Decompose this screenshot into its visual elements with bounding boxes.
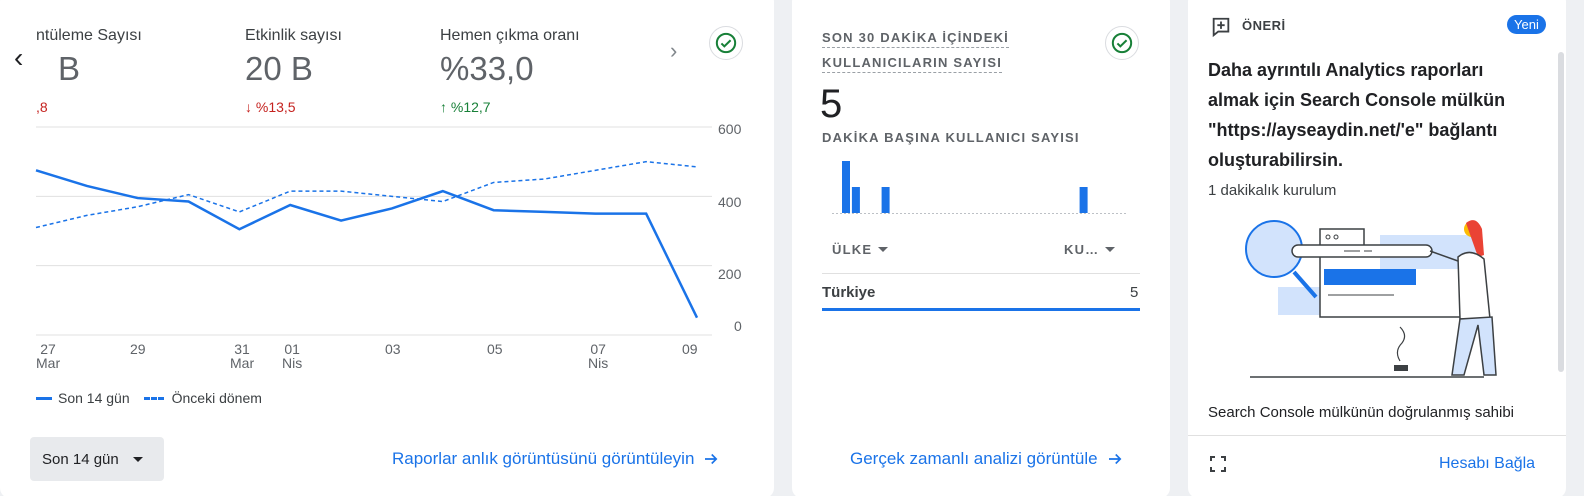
- x-tick-label: 09: [682, 341, 698, 357]
- period-select[interactable]: Son 14 gün: [30, 437, 164, 481]
- search-console-illustration: [1245, 220, 1497, 378]
- legend-previous-label: Önceki dönem: [171, 390, 262, 406]
- y-tick-label: 600: [718, 121, 742, 137]
- divider: [822, 273, 1140, 274]
- legend-dashed-line-icon: [143, 396, 164, 400]
- arrow-right-icon: [1108, 453, 1121, 465]
- users-column-header[interactable]: KU…: [1064, 242, 1116, 257]
- connect-account-button[interactable]: Hesabı Bağla: [1439, 455, 1535, 473]
- series-line-previous[interactable]: [35, 160, 698, 229]
- realtime-link[interactable]: Gerçek zamanlı analizi görüntüle: [850, 449, 1124, 469]
- reports-snapshot-link[interactable]: Raporlar anlık görüntüsünü görüntüleyin: [392, 449, 720, 469]
- country-column-header[interactable]: ÜLKE: [832, 242, 889, 257]
- suggestion-icon: [1212, 17, 1230, 38]
- y-tick-label: 0: [734, 318, 742, 334]
- suggestion-card: ÖNERİ Yeni Daha ayrıntılı Analytics rapo…: [1188, 0, 1566, 496]
- country-cell: Türkiye: [822, 284, 876, 301]
- per-minute-bar-chart: [832, 161, 1128, 214]
- suggestion-footer-text: Search Console mülkünün doğrulanmış sahi…: [1208, 404, 1515, 421]
- overview-card: ‹ ntüleme Sayısı B ,8 Etkinlik sayısı 20…: [0, 0, 774, 496]
- legend-solid-line-icon: [36, 396, 52, 400]
- y-tick-label: 400: [718, 194, 742, 210]
- x-tick-label: 31 Mar: [230, 341, 255, 371]
- realtime-card: SON 30 DAKİKA İÇİNDEKİ KULLANICILARIN SA…: [792, 0, 1170, 496]
- x-tick-label: 03: [385, 341, 401, 357]
- legend-current-label: Son 14 gün: [58, 390, 130, 406]
- y-tick-label: 200: [718, 266, 742, 282]
- per-minute-bar[interactable]: [881, 187, 890, 213]
- trend-chart: [35, 126, 712, 336]
- x-tick-label: 29: [130, 341, 146, 357]
- new-badge: Yeni: [1507, 15, 1546, 34]
- period-select-value: Son 14 gün: [42, 450, 119, 468]
- divider: [1188, 435, 1566, 436]
- dropdown-arrow-icon: [1105, 247, 1116, 252]
- per-minute-bar[interactable]: [842, 161, 850, 213]
- users-cell: 5: [1130, 284, 1139, 301]
- x-tick-label: 07 Nis: [588, 341, 609, 371]
- per-minute-bar[interactable]: [1079, 187, 1088, 213]
- chart-legend: Son 14 gün Önceki dönem: [36, 390, 262, 406]
- x-tick-label: 27 Mar: [36, 341, 61, 371]
- series-line-current[interactable]: [35, 169, 699, 319]
- arrow-right-icon: [705, 453, 718, 465]
- suggestion-label: ÖNERİ: [1242, 18, 1286, 33]
- scrollbar[interactable]: [1558, 52, 1564, 372]
- suggestion-subtitle: 1 dakikalık kurulum: [1208, 182, 1337, 199]
- dropdown-arrow-icon: [878, 247, 889, 252]
- x-tick-label: 05: [487, 341, 503, 357]
- expand-icon[interactable]: [1210, 456, 1226, 472]
- x-tick-label: 01 Nis: [282, 341, 303, 371]
- per-minute-bar[interactable]: [851, 187, 860, 213]
- share-bar: [822, 308, 1140, 311]
- suggestion-title: Daha ayrıntılı Analytics raporları almak…: [1208, 60, 1506, 170]
- dropdown-arrow-icon: [132, 456, 143, 462]
